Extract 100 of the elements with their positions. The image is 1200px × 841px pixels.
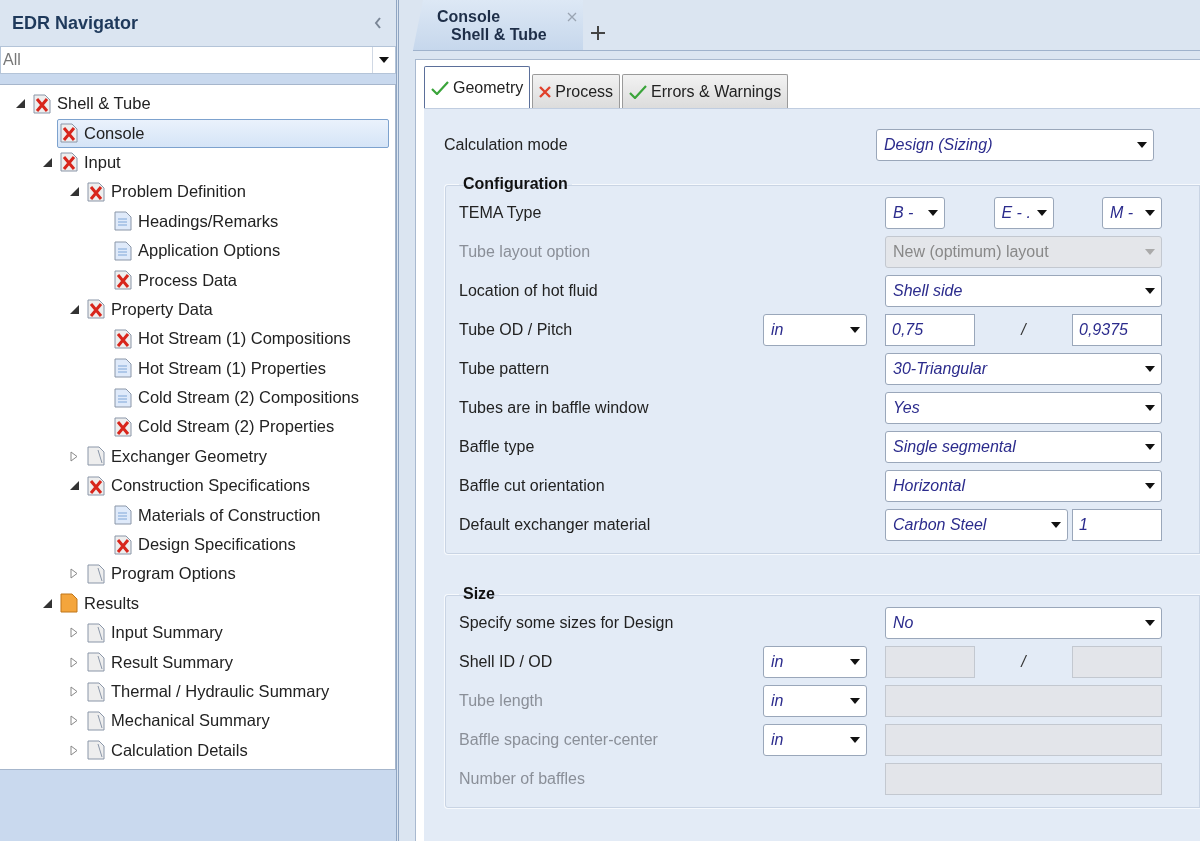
close-icon[interactable] bbox=[567, 12, 577, 22]
dropdown[interactable]: M - bbox=[1102, 196, 1162, 229]
caret-icon bbox=[1051, 521, 1061, 528]
caret-icon bbox=[1145, 443, 1155, 450]
tree-item[interactable]: Hot Stream (1) Compositions bbox=[111, 324, 389, 354]
caret-icon bbox=[1036, 209, 1047, 216]
tree-item[interactable]: Construction Specifications bbox=[84, 471, 389, 501]
dropdown[interactable]: No bbox=[885, 606, 1162, 639]
tree-item[interactable]: Input bbox=[57, 147, 389, 177]
tree-item[interactable]: Property Data bbox=[84, 294, 389, 324]
tree-item[interactable]: Materials of Construction bbox=[111, 500, 389, 530]
document-icon bbox=[114, 387, 132, 408]
error-document-icon bbox=[60, 152, 78, 173]
field-label: Specify some sizes for Design bbox=[459, 613, 675, 632]
unit-dropdown[interactable]: in bbox=[763, 313, 867, 346]
error-document-icon bbox=[87, 475, 105, 496]
blank-document-icon bbox=[87, 652, 105, 673]
dropdown[interactable]: B - bbox=[885, 196, 945, 229]
tree-item[interactable]: Shell & Tube bbox=[30, 89, 389, 119]
field-label: Tubes are in baffle window bbox=[459, 398, 650, 417]
tree-item[interactable]: Process Data bbox=[111, 265, 389, 295]
tree-item[interactable]: Hot Stream (1) Properties bbox=[111, 353, 389, 383]
input-field[interactable]: 1 bbox=[1072, 508, 1162, 541]
caret-icon bbox=[850, 697, 860, 704]
field-label: Baffle spacing center-center bbox=[459, 730, 659, 749]
tab[interactable]: Process bbox=[532, 74, 621, 108]
caret-icon bbox=[1145, 404, 1155, 411]
caret-icon bbox=[1145, 248, 1155, 255]
collapse-triangle-icon[interactable] bbox=[69, 304, 79, 314]
dropdown[interactable]: Carbon Steel bbox=[885, 508, 1068, 541]
error-document-icon bbox=[87, 299, 105, 320]
tree-item[interactable]: Problem Definition bbox=[84, 177, 389, 207]
group-title: Size bbox=[462, 585, 496, 603]
tree-item[interactable]: Design Specifications bbox=[111, 530, 389, 560]
dropdown[interactable]: 30-Triangular bbox=[885, 352, 1162, 385]
caret-icon bbox=[1145, 619, 1155, 626]
blank-document-icon bbox=[87, 710, 105, 731]
collapse-triangle-icon[interactable] bbox=[15, 99, 25, 109]
dropdown[interactable]: Design (Sizing) bbox=[876, 129, 1154, 161]
tree-item[interactable]: Cold Stream (2) Properties bbox=[111, 412, 389, 442]
expand-triangle-icon[interactable] bbox=[70, 686, 78, 697]
tree-item[interactable]: Console bbox=[57, 118, 389, 148]
tree-item[interactable]: Headings/Remarks bbox=[111, 206, 389, 236]
tree-item[interactable]: Result Summary bbox=[84, 647, 389, 677]
input-field[interactable]: 0,9375 bbox=[1072, 313, 1162, 346]
dropdown[interactable]: Shell side bbox=[885, 274, 1162, 307]
expand-triangle-icon[interactable] bbox=[70, 744, 78, 756]
document-tab[interactable]: Console Shell & Tube bbox=[413, 0, 583, 50]
field-label: Location of hot fluid bbox=[459, 281, 599, 300]
separator-text: / bbox=[1021, 320, 1026, 339]
filter-dropdown[interactable]: All bbox=[0, 46, 396, 74]
tree-item[interactable]: Application Options bbox=[111, 236, 389, 266]
expand-triangle-icon[interactable] bbox=[70, 450, 78, 462]
document-icon bbox=[114, 358, 132, 379]
field-label: Tube pattern bbox=[459, 359, 551, 378]
expand-triangle-icon[interactable] bbox=[70, 656, 78, 668]
collapse-chevron-icon[interactable] bbox=[374, 17, 382, 29]
tab[interactable]: Errors & Warnings bbox=[622, 74, 789, 108]
caret-icon bbox=[850, 736, 860, 743]
expand-triangle-icon[interactable] bbox=[70, 715, 78, 727]
tree-item[interactable]: Mechanical Summary bbox=[84, 706, 389, 736]
dropdown[interactable]: Horizontal bbox=[885, 469, 1162, 502]
document-icon bbox=[114, 211, 132, 232]
field-label: TEMA Type bbox=[459, 203, 543, 222]
tree-item[interactable]: Calculation Details bbox=[84, 735, 389, 765]
input-field[interactable]: 0,75 bbox=[885, 313, 975, 346]
check-icon bbox=[431, 80, 449, 95]
collapse-triangle-icon[interactable] bbox=[42, 598, 52, 608]
blank-document-icon bbox=[87, 446, 105, 467]
caret-icon bbox=[1137, 142, 1147, 148]
collapse-triangle-icon[interactable] bbox=[42, 157, 52, 167]
dropdown[interactable]: Single segmental bbox=[885, 430, 1162, 463]
unit-dropdown[interactable]: in bbox=[763, 645, 867, 678]
dropdown[interactable]: Yes bbox=[885, 391, 1162, 424]
document-icon bbox=[114, 240, 132, 261]
tree-item[interactable]: Cold Stream (2) Compositions bbox=[111, 383, 389, 413]
expand-triangle-icon[interactable] bbox=[70, 568, 78, 580]
blank-document-icon bbox=[87, 563, 105, 584]
tree-item[interactable]: Input Summary bbox=[84, 618, 389, 648]
tree-item[interactable]: Results bbox=[57, 588, 389, 618]
field-label: Calculation mode bbox=[444, 136, 569, 154]
cross-icon bbox=[539, 85, 552, 98]
tree-item[interactable]: Exchanger Geometry bbox=[84, 441, 389, 471]
tab[interactable]: Geometry bbox=[424, 66, 531, 108]
caret-icon bbox=[850, 326, 860, 333]
tree-item[interactable]: Program Options bbox=[84, 559, 389, 589]
caret-icon bbox=[1145, 482, 1155, 489]
error-document-icon bbox=[60, 123, 78, 144]
collapse-triangle-icon[interactable] bbox=[69, 187, 79, 197]
caret-icon bbox=[379, 57, 389, 63]
field-label: Tube OD / Pitch bbox=[459, 320, 574, 339]
tree-item[interactable]: Thermal / Hydraulic Summary bbox=[84, 677, 389, 706]
caret-icon bbox=[928, 209, 938, 216]
expand-triangle-icon[interactable] bbox=[70, 627, 78, 639]
dropdown[interactable]: E - . bbox=[993, 196, 1054, 229]
error-document-icon bbox=[33, 93, 51, 114]
check-icon bbox=[629, 84, 648, 99]
collapse-triangle-icon[interactable] bbox=[69, 481, 79, 491]
field-label: Default exchanger material bbox=[459, 515, 652, 534]
add-tab-icon[interactable] bbox=[591, 26, 605, 40]
